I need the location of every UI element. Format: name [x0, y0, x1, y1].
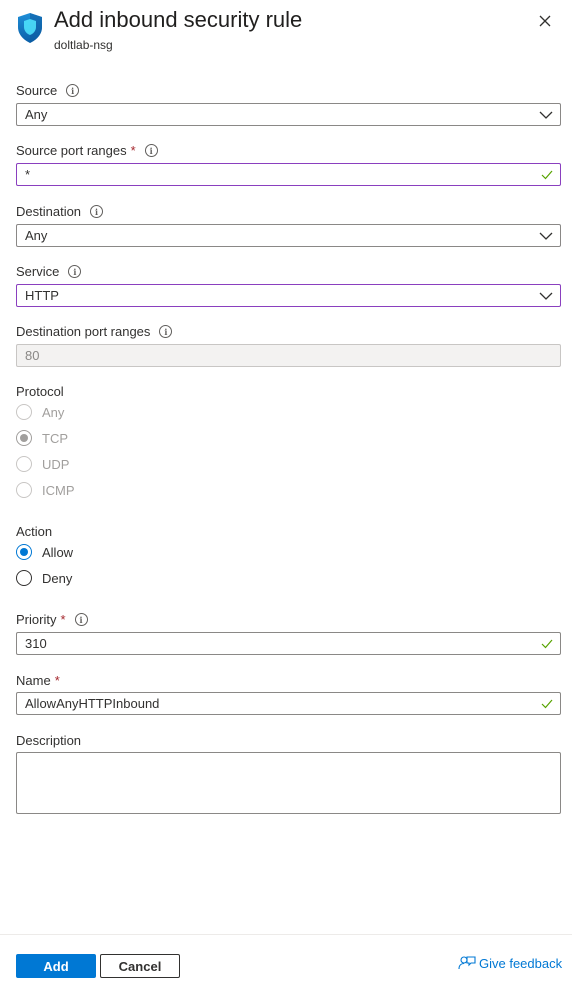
info-icon[interactable]: i	[68, 265, 82, 278]
source-port-ranges-value: *	[25, 167, 31, 182]
priority-input[interactable]: 310	[16, 632, 561, 655]
service-label: Service	[16, 264, 60, 279]
name-input[interactable]: AllowAnyHTTPInbound	[16, 692, 561, 715]
feedback-icon	[458, 956, 476, 970]
checkmark-icon	[541, 170, 553, 180]
destination-port-ranges-value: 80	[25, 348, 40, 363]
destination-port-ranges-label: Destination port ranges	[16, 324, 151, 339]
radio-circle[interactable]	[16, 544, 32, 560]
action-option-allow[interactable]: Allow	[16, 544, 73, 560]
chevron-down-icon	[539, 111, 553, 119]
name-label-row: Name *	[16, 673, 60, 688]
description-label: Description	[16, 733, 82, 748]
protocol-option-label: UDP	[42, 456, 70, 472]
radio-circle	[16, 456, 32, 472]
destination-port-ranges-input: 80	[16, 344, 561, 367]
radio-circle	[16, 482, 32, 498]
protocol-option-label: Any	[42, 404, 65, 420]
checkmark-icon	[541, 699, 553, 709]
protocol-label-row: Protocol	[16, 384, 64, 399]
chevron-down-icon	[539, 232, 553, 240]
info-icon[interactable]: i	[74, 613, 88, 626]
source-label: Source	[16, 83, 58, 98]
action-option-label: Allow	[42, 544, 74, 560]
destination-label: Destination	[16, 204, 82, 219]
source-port-ranges-label: Source port ranges	[16, 143, 127, 158]
service-value: HTTP	[25, 288, 59, 303]
source-label-row: Source i	[16, 83, 80, 98]
destination-label-row: Destination i	[16, 204, 104, 219]
page-subtitle: doltlab-nsg	[54, 38, 113, 52]
action-label: Action	[16, 524, 53, 539]
service-label-row: Service i	[16, 264, 82, 279]
protocol-option-label: ICMP	[42, 482, 75, 498]
close-icon	[539, 15, 551, 27]
footer-divider	[0, 934, 572, 935]
service-dropdown[interactable]: HTTP	[16, 284, 561, 307]
source-port-ranges-input[interactable]: *	[16, 163, 561, 186]
destination-port-ranges-label-row: Destination port ranges i	[16, 324, 173, 339]
protocol-option-any: Any	[16, 404, 64, 420]
add-button[interactable]: Add	[16, 954, 96, 978]
protocol-option-icmp: ICMP	[16, 482, 75, 498]
required-marker: *	[54, 673, 60, 688]
page-title: Add inbound security rule	[54, 7, 303, 32]
chevron-down-icon	[539, 292, 553, 300]
priority-value: 310	[25, 636, 47, 651]
protocol-option-udp: UDP	[16, 456, 69, 472]
radio-circle	[16, 430, 32, 446]
action-label-row: Action	[16, 524, 52, 539]
info-icon[interactable]: i	[90, 205, 104, 218]
name-label: Name	[16, 673, 51, 688]
name-value: AllowAnyHTTPInbound	[25, 696, 160, 711]
source-port-ranges-label-row: Source port ranges * i	[16, 143, 158, 158]
destination-dropdown[interactable]: Any	[16, 224, 561, 247]
shield-icon	[18, 13, 42, 43]
action-option-deny[interactable]: Deny	[16, 570, 72, 586]
info-icon[interactable]: i	[66, 84, 80, 97]
radio-circle	[16, 404, 32, 420]
description-textarea[interactable]	[16, 752, 561, 814]
priority-label-row: Priority * i	[16, 612, 88, 627]
give-feedback-label: Give feedback	[479, 955, 563, 971]
panel-header: Add inbound security rule doltlab-nsg	[0, 0, 572, 60]
radio-circle[interactable]	[16, 570, 32, 586]
source-dropdown[interactable]: Any	[16, 103, 561, 126]
info-icon[interactable]: i	[159, 325, 173, 338]
required-marker: *	[130, 143, 136, 158]
destination-value: Any	[25, 228, 48, 243]
protocol-label: Protocol	[16, 384, 64, 399]
info-icon[interactable]: i	[144, 144, 158, 157]
action-option-label: Deny	[42, 570, 73, 586]
protocol-option-label: TCP	[42, 430, 68, 446]
description-label-row: Description	[16, 733, 81, 748]
required-marker: *	[60, 612, 66, 627]
priority-label: Priority	[16, 612, 57, 627]
checkmark-icon	[541, 639, 553, 649]
cancel-button[interactable]: Cancel	[100, 954, 180, 978]
protocol-option-tcp: TCP	[16, 430, 68, 446]
source-value: Any	[25, 107, 48, 122]
give-feedback-link[interactable]: Give feedback	[458, 955, 562, 971]
close-button[interactable]	[534, 10, 556, 32]
